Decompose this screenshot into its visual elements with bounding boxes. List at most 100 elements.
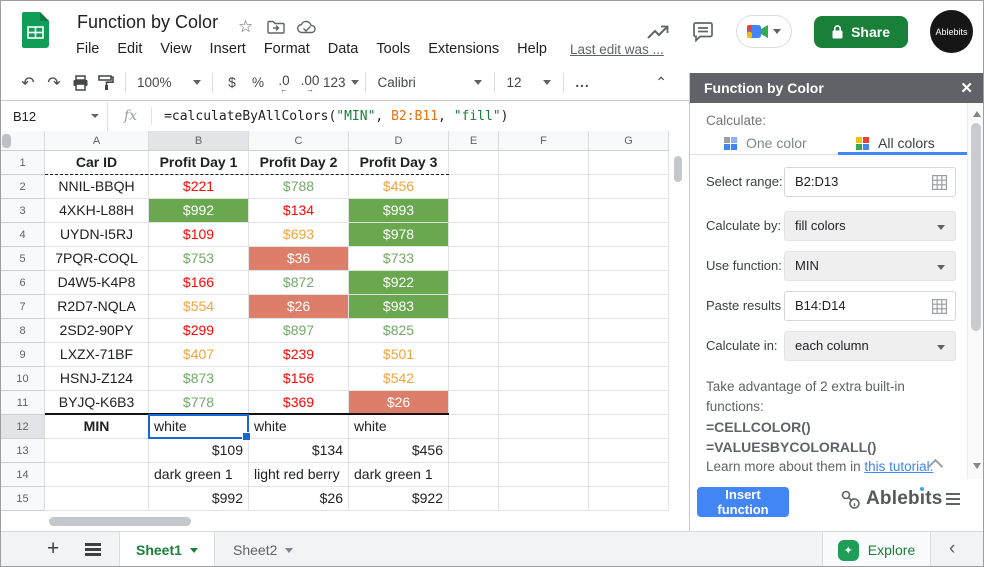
cell-C9[interactable]: $239 [249, 343, 349, 367]
explore-button[interactable]: ✦ Explore [822, 532, 931, 567]
menu-insert[interactable]: Insert [201, 38, 255, 60]
cell-G1[interactable] [589, 151, 669, 175]
format-currency-button[interactable]: $ [219, 70, 245, 96]
cell-B5[interactable]: $753 [149, 247, 249, 271]
cloud-status-icon[interactable] [297, 20, 317, 34]
cell-B15[interactable]: $992 [149, 487, 249, 511]
menu-edit[interactable]: Edit [108, 38, 151, 60]
panel-scrollbar[interactable] [967, 103, 984, 479]
cell-F13[interactable] [499, 439, 589, 463]
cell-A4[interactable]: UYDN-I5RJ [45, 223, 149, 247]
font-size-select[interactable]: 12 [501, 70, 557, 96]
cell-E2[interactable] [449, 175, 499, 199]
cell-C4[interactable]: $693 [249, 223, 349, 247]
name-box[interactable]: B12 [1, 109, 107, 124]
row-header-8[interactable]: 8 [1, 319, 45, 343]
cell-F14[interactable] [499, 463, 589, 487]
row-header-4[interactable]: 4 [1, 223, 45, 247]
cell-E10[interactable] [449, 367, 499, 391]
print-icon[interactable] [67, 70, 93, 96]
cell-D14[interactable]: dark green 1 [349, 463, 449, 487]
cell-G3[interactable] [589, 199, 669, 223]
cell-G12[interactable] [589, 415, 669, 439]
cell-F6[interactable] [499, 271, 589, 295]
row-header-1[interactable]: 1 [1, 151, 45, 175]
cell-B1[interactable]: Profit Day 1 [149, 151, 249, 175]
cell-E7[interactable] [449, 295, 499, 319]
cell-E4[interactable] [449, 223, 499, 247]
zoom-select[interactable]: 100% [132, 70, 206, 96]
more-options-button[interactable]: ... [570, 70, 596, 96]
cell-D3[interactable]: $993 [349, 199, 449, 223]
cell-G4[interactable] [589, 223, 669, 247]
cell-A12[interactable]: MIN [45, 415, 149, 439]
cell-G6[interactable] [589, 271, 669, 295]
cell-E1[interactable] [449, 151, 499, 175]
column-header-A[interactable]: A [45, 131, 149, 151]
cell-G14[interactable] [589, 463, 669, 487]
cell-B11[interactable]: $778 [149, 391, 249, 415]
cell-B10[interactable]: $873 [149, 367, 249, 391]
cell-C3[interactable]: $134 [249, 199, 349, 223]
cell-F9[interactable] [499, 343, 589, 367]
cell-E6[interactable] [449, 271, 499, 295]
column-header-F[interactable]: F [499, 131, 589, 151]
cell-B14[interactable]: dark green 1 [149, 463, 249, 487]
cell-C2[interactable]: $788 [249, 175, 349, 199]
meet-button[interactable] [736, 15, 792, 48]
cell-E15[interactable] [449, 487, 499, 511]
fill-handle[interactable] [242, 432, 251, 441]
vertical-scrollbar[interactable] [674, 156, 682, 182]
decrease-decimals-button[interactable]: .0← [271, 70, 297, 96]
cell-C8[interactable]: $897 [249, 319, 349, 343]
cell-D6[interactable]: $922 [349, 271, 449, 295]
add-sheet-icon[interactable]: + [47, 537, 59, 561]
column-header-C[interactable]: C [249, 131, 349, 151]
tab-one-color[interactable]: One color [724, 135, 807, 151]
row-header-11[interactable]: 11 [1, 391, 45, 415]
sheet-tab-sheet2[interactable]: Sheet2 [217, 532, 309, 567]
cell-C14[interactable]: light red berry [249, 463, 349, 487]
sheet-tab-sheet1[interactable]: Sheet1 [119, 532, 215, 567]
scroll-down-icon[interactable] [973, 463, 981, 469]
number-format-select[interactable]: 123 [323, 70, 359, 96]
cell-E5[interactable] [449, 247, 499, 271]
cell-B13[interactable]: $109 [149, 439, 249, 463]
row-header-7[interactable]: 7 [1, 295, 45, 319]
cell-A5[interactable]: 7PQR-COQL [45, 247, 149, 271]
cell-F15[interactable] [499, 487, 589, 511]
cell-E13[interactable] [449, 439, 499, 463]
panel-scrollbar-thumb[interactable] [971, 123, 981, 331]
paint-format-icon[interactable] [93, 70, 119, 96]
increase-decimals-button[interactable]: .00→ [297, 70, 323, 96]
cell-C13[interactable]: $134 [249, 439, 349, 463]
tutorial-link[interactable]: this tutorial. [864, 459, 933, 474]
cell-G2[interactable] [589, 175, 669, 199]
cell-G7[interactable] [589, 295, 669, 319]
cell-G10[interactable] [589, 367, 669, 391]
comment-icon[interactable] [692, 22, 714, 42]
cell-B4[interactable]: $109 [149, 223, 249, 247]
menu-tools[interactable]: Tools [367, 38, 419, 60]
cell-A14[interactable] [45, 463, 149, 487]
cell-B2[interactable]: $221 [149, 175, 249, 199]
cell-A8[interactable]: 2SD2-90PY [45, 319, 149, 343]
cell-C5[interactable]: $36 [249, 247, 349, 271]
trend-icon[interactable] [646, 23, 670, 41]
cell-A1[interactable]: Car ID [45, 151, 149, 175]
row-header-14[interactable]: 14 [1, 463, 45, 487]
share-button[interactable]: Share [814, 16, 908, 48]
cell-A13[interactable] [45, 439, 149, 463]
collapse-panel-icon[interactable]: ‹ [949, 538, 955, 560]
row-header-5[interactable]: 5 [1, 247, 45, 271]
row-header-12[interactable]: 12 [1, 415, 45, 439]
row-header-2[interactable]: 2 [1, 175, 45, 199]
cell-E3[interactable] [449, 199, 499, 223]
column-header-G[interactable]: G [589, 131, 669, 151]
tab-all-colors[interactable]: All colors [856, 135, 935, 151]
cell-F5[interactable] [499, 247, 589, 271]
cell-D4[interactable]: $978 [349, 223, 449, 247]
cell-G11[interactable] [589, 391, 669, 415]
menu-icon[interactable] [946, 493, 960, 508]
cell-F3[interactable] [499, 199, 589, 223]
